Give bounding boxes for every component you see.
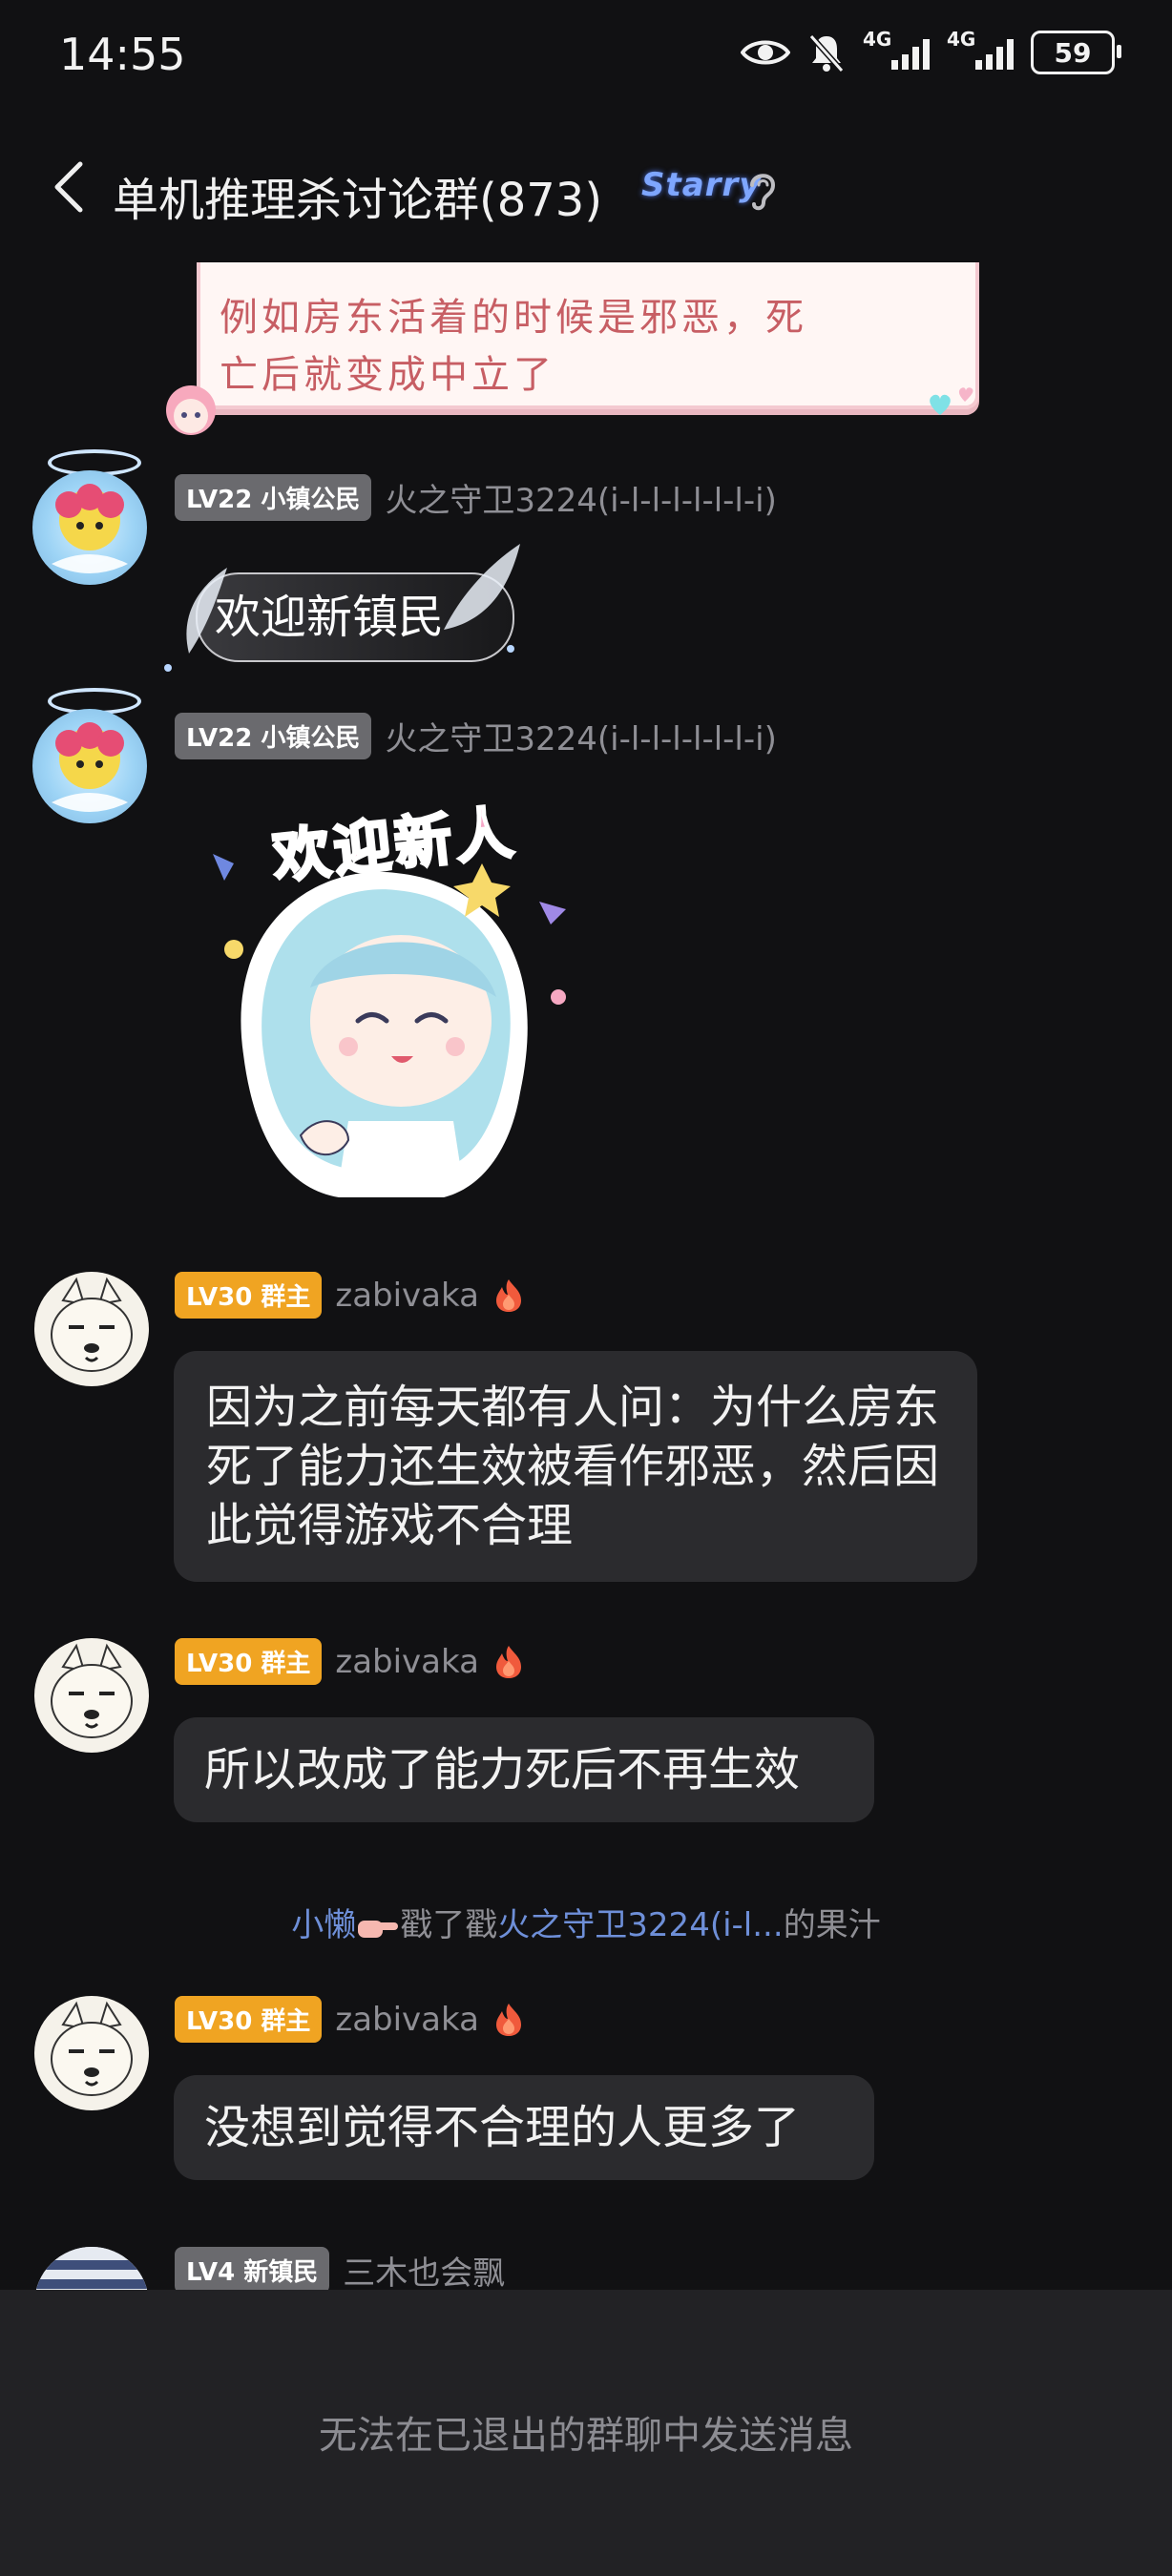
input-disabled-bar: 无法在已退出的群聊中发送消息 — [0, 2290, 1172, 2576]
message-meta: LV30 群主 zabivaka — [175, 1272, 525, 1319]
message-meta: LV22 小镇公民 火之守卫3224(i-l-l-l-l-l-l-i) — [175, 474, 777, 521]
fancy-bubble-text: 例如房东活着的时候是邪恶，死 亡后就变成中立了 — [220, 296, 807, 397]
avatar[interactable] — [32, 709, 147, 823]
sender-name[interactable]: 火之守卫3224(i-l-l-l-l-l-l-i) — [385, 474, 777, 521]
wolf-face-icon — [51, 1643, 133, 1738]
level-badge: LV22 小镇公民 — [175, 713, 372, 759]
pointing-hand-icon — [358, 1920, 399, 1938]
heart-decoration — [930, 387, 973, 415]
message-meta: LV30 群主 zabivaka — [175, 1996, 525, 2043]
status-icons: 4G 4G 59 — [741, 28, 1121, 74]
poke-actor[interactable]: 小懒 — [291, 1906, 356, 1944]
poke-notice: 小懒 戳了戳火之守卫3224(i-l...的果汁 — [0, 1899, 1172, 1945]
poke-suffix: 的果汁 — [783, 1906, 881, 1944]
flower-face-icon — [52, 722, 128, 812]
status-bar: 14:55 4G 4G 59 — [0, 0, 1172, 114]
flame-icon — [495, 2003, 521, 2036]
chat-header: 单机推理杀讨论群(873) Starry — [0, 114, 1172, 262]
welcome-sticker[interactable]: 欢迎新人 — [205, 798, 587, 1216]
message-meta: LV4 新镇民 三木也会飘 — [175, 2247, 505, 2290]
wolf-face-icon — [51, 1277, 133, 1372]
signal-icon-1: 4G — [863, 28, 930, 73]
level-badge: LV4 新镇民 — [175, 2247, 330, 2290]
level-badge: LV22 小镇公民 — [175, 474, 372, 521]
small-chibi-decoration — [166, 385, 216, 435]
avatar[interactable] — [34, 2247, 149, 2290]
disabled-notice: 无法在已退出的群聊中发送消息 — [319, 2414, 853, 2458]
avatar[interactable] — [34, 1638, 149, 1753]
striped-avatar-icon — [34, 2247, 149, 2290]
level-badge: LV30 群主 — [175, 1996, 323, 2043]
sender-name[interactable]: zabivaka — [335, 1643, 479, 1681]
ear-icon[interactable] — [743, 168, 781, 214]
message-bubble[interactable]: 因为之前每天都有人问：为什么房东死了能力还生效被看作邪恶，然后因此觉得游戏不合理 — [174, 1351, 977, 1582]
sender-name[interactable]: zabivaka — [335, 2001, 479, 2039]
sender-name[interactable]: zabivaka — [335, 1277, 479, 1315]
avatar[interactable] — [32, 470, 147, 585]
mute-bell-icon — [808, 34, 845, 73]
poke-action: 戳了戳 — [400, 1906, 498, 1944]
message-text[interactable]: 欢迎新镇民 — [215, 579, 444, 646]
flame-icon — [495, 1645, 521, 1678]
eye-icon — [741, 40, 790, 65]
sender-name[interactable]: 火之守卫3224(i-l-l-l-l-l-l-i) — [385, 713, 777, 759]
avatar[interactable] — [34, 1996, 149, 2110]
poke-target[interactable]: 火之守卫3224(i-l... — [497, 1906, 783, 1944]
battery-indicator: 59 — [1031, 31, 1121, 74]
group-title[interactable]: 单机推理杀讨论群(873) — [113, 162, 602, 229]
status-time: 14:55 — [59, 29, 186, 80]
wing-decoration-left — [164, 568, 227, 672]
message-meta: LV22 小镇公民 火之守卫3224(i-l-l-l-l-l-l-i) — [175, 713, 777, 759]
message-bubble[interactable]: 所以改成了能力死后不再生效 — [174, 1717, 874, 1822]
avatar[interactable] — [34, 1272, 149, 1386]
level-badge: LV30 群主 — [175, 1638, 323, 1685]
level-badge: LV30 群主 — [175, 1272, 323, 1319]
flower-face-icon — [52, 484, 128, 573]
wolf-face-icon — [51, 2001, 133, 2096]
message-bubble[interactable]: 没想到觉得不合理的人更多了 — [174, 2075, 874, 2180]
message-meta: LV30 群主 zabivaka — [175, 1638, 525, 1685]
message-list[interactable]: 例如房东活着的时候是邪恶，死 亡后就变成中立了 LV22 小镇公民 火之守卫32… — [0, 262, 1172, 2290]
wing-decoration — [444, 544, 520, 653]
sender-name[interactable]: 三木也会飘 — [343, 2247, 505, 2290]
back-arrow-icon[interactable] — [42, 158, 99, 216]
flame-icon — [495, 1278, 521, 1312]
signal-icon-2: 4G — [947, 28, 1014, 73]
